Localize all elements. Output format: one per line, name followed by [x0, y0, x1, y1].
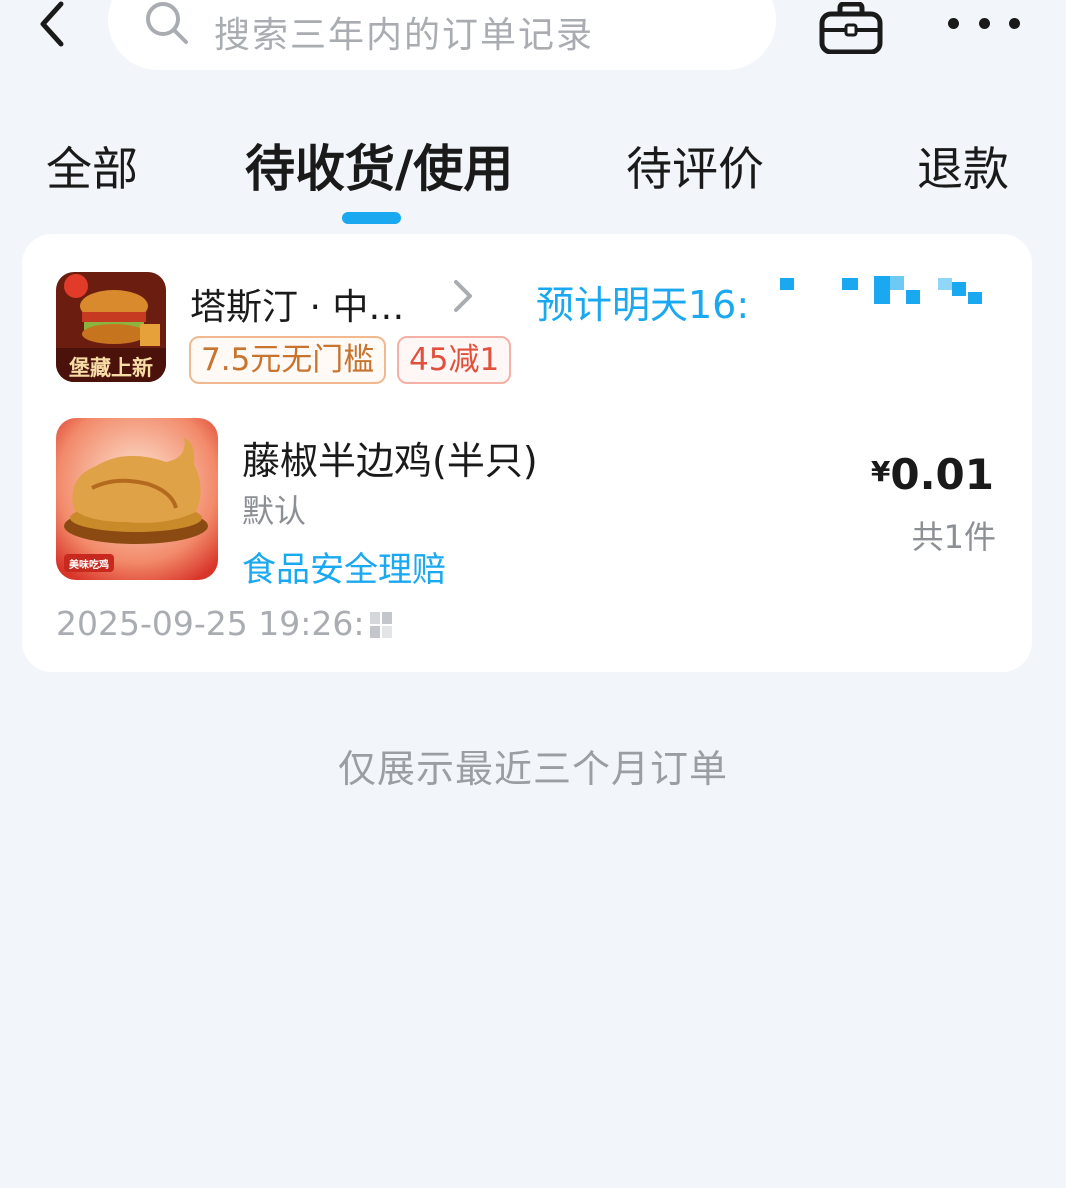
product-image[interactable]: 美味吃鸡: [56, 418, 218, 580]
order-time: 2025-09-25 19:26:3: [56, 604, 386, 643]
food-safety-claim-link[interactable]: 食品安全理赔: [242, 542, 446, 591]
bag-button[interactable]: [818, 1, 884, 55]
tab-pending-receipt[interactable]: 待收货/使用: [245, 129, 513, 201]
product-name[interactable]: 藤椒半边鸡(半只): [242, 430, 538, 485]
store-logo[interactable]: 堡藏上新: [56, 272, 166, 382]
back-arrow-icon: [40, 1, 64, 47]
order-price: ¥0.01: [871, 450, 994, 499]
chevron-right-icon[interactable]: [452, 278, 474, 314]
active-tab-indicator: [342, 212, 401, 224]
bag-icon: [819, 1, 883, 55]
search-icon: [146, 2, 188, 44]
footer-note: 仅展示最近三个月订单: [337, 747, 728, 791]
redaction-mosaic: [772, 274, 1002, 324]
redaction-mosaic: [366, 608, 398, 642]
item-quantity: 共1件: [911, 518, 996, 556]
tab-pending-review[interactable]: 待评价: [626, 133, 764, 199]
product-spec: 默认: [242, 492, 307, 530]
order-card[interactable]: 堡藏上新 塔斯汀 · 中… 预计明天16: 7.5元无门槛 45减1 美味吃鸡 …: [22, 234, 1032, 672]
more-dot: [978, 17, 990, 29]
store-name[interactable]: 塔斯汀 · 中…: [190, 278, 404, 330]
search-input[interactable]: 搜索三年内的订单记录: [108, 0, 776, 70]
price-currency: ¥: [870, 455, 891, 488]
store-logo-text: 堡藏上新: [69, 356, 153, 380]
coupon-tag: 45减1: [397, 336, 512, 384]
order-list-page: 搜索三年内的订单记录 全部 待收货/使用 待评价 退款 堡藏上新 塔斯汀 · 中…: [0, 0, 1066, 1188]
more-dot: [948, 17, 959, 29]
more-button[interactable]: [948, 8, 1020, 38]
back-button[interactable]: [30, 0, 74, 52]
order-tabs: 全部 待收货/使用 待评价 退款: [0, 125, 1066, 225]
tab-refund[interactable]: 退款: [917, 133, 1009, 199]
product-image-badge: 美味吃鸡: [69, 560, 109, 571]
coupon-tag: 7.5元无门槛: [189, 336, 387, 384]
search-placeholder: 搜索三年内的订单记录: [214, 15, 595, 56]
price-value: 0.01: [890, 450, 994, 499]
tab-all[interactable]: 全部: [46, 133, 138, 199]
more-dot: [1009, 17, 1020, 29]
